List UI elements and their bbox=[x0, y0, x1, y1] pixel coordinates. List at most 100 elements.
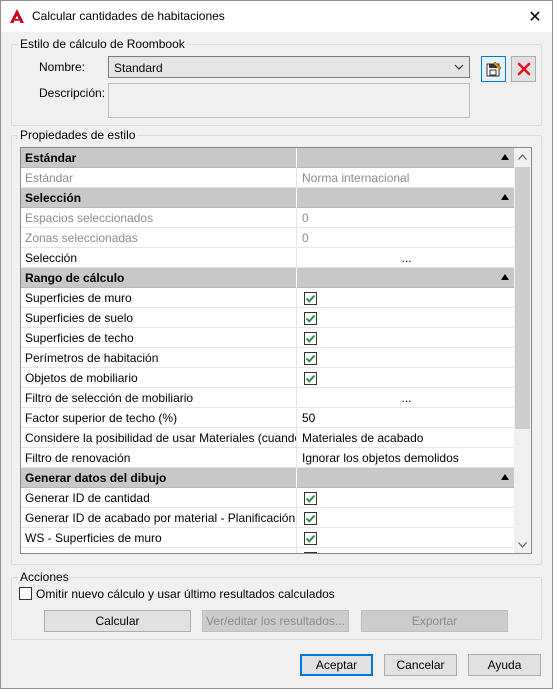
description-field[interactable] bbox=[108, 83, 470, 118]
grid-property-row[interactable]: FS - Superficies de suelo bbox=[21, 548, 515, 553]
checkmark-icon bbox=[305, 374, 316, 383]
grid-property-name: Selección bbox=[21, 188, 297, 208]
close-button[interactable]: ✕ bbox=[518, 1, 552, 32]
scrollbar-thumb[interactable] bbox=[515, 167, 530, 429]
grid-property-row[interactable]: Estándar Norma internacional bbox=[21, 168, 515, 188]
grid-checkbox[interactable] bbox=[304, 312, 317, 325]
grid-property-row[interactable]: Superficies de suelo bbox=[21, 308, 515, 328]
checkmark-icon bbox=[305, 314, 316, 323]
grid-property-value[interactable]: Norma internacional bbox=[298, 168, 515, 188]
scroll-up-button[interactable] bbox=[514, 148, 531, 165]
style-name-value: Standard bbox=[114, 61, 163, 75]
property-grid-rows: Estándar Estándar Norma internacional Selec… bbox=[21, 148, 515, 553]
grid-property-name: Superficies de techo bbox=[21, 328, 297, 348]
grid-property-checkbox-cell[interactable] bbox=[298, 348, 515, 368]
checkmark-icon bbox=[305, 354, 316, 363]
grid-property-name: Estándar bbox=[21, 168, 297, 188]
vertical-scrollbar[interactable] bbox=[514, 148, 531, 553]
grid-checkbox[interactable] bbox=[304, 532, 317, 545]
collapse-triangle-icon[interactable] bbox=[501, 274, 509, 280]
checkmark-icon bbox=[305, 514, 316, 523]
grid-property-checkbox-cell[interactable] bbox=[298, 548, 515, 553]
style-name-dropdown[interactable]: Standard bbox=[108, 56, 470, 78]
grid-property-row[interactable]: Considere la posibilidad de usar Materia… bbox=[21, 428, 515, 448]
grid-property-value[interactable]: 50 bbox=[298, 408, 515, 428]
grid-checkbox[interactable] bbox=[304, 372, 317, 385]
grid-property-row[interactable]: Zonas seleccionadas 0 bbox=[21, 228, 515, 248]
grid-category-blank bbox=[298, 148, 515, 168]
grid-property-checkbox-cell[interactable] bbox=[298, 328, 515, 348]
grid-property-name: Generar datos del dibujo bbox=[21, 468, 297, 488]
scroll-down-button[interactable] bbox=[514, 536, 531, 553]
export-button[interactable]: Exportar bbox=[361, 610, 508, 632]
grid-property-value[interactable]: 0 bbox=[298, 228, 515, 248]
grid-property-name: Generar ID de cantidad bbox=[21, 488, 297, 508]
grid-property-value[interactable]: 0 bbox=[298, 208, 515, 228]
grid-property-checkbox-cell[interactable] bbox=[298, 508, 515, 528]
view-edit-results-button[interactable]: Ver/editar los resultados... bbox=[202, 610, 349, 632]
cancel-button[interactable]: Cancelar bbox=[384, 654, 457, 676]
name-label: Nombre: bbox=[39, 60, 86, 74]
grid-property-row[interactable]: Generar ID de acabado por material - Pla… bbox=[21, 508, 515, 528]
grid-property-row[interactable]: Espacios seleccionados 0 bbox=[21, 208, 515, 228]
properties-group-legend: Propiedades de estilo bbox=[20, 128, 136, 142]
grid-checkbox[interactable] bbox=[304, 552, 317, 553]
grid-property-row[interactable]: Superficies de techo bbox=[21, 328, 515, 348]
grid-ellipsis-button[interactable]: ... bbox=[298, 388, 515, 408]
grid-property-row[interactable]: Superficies de muro bbox=[21, 288, 515, 308]
grid-property-row[interactable]: Filtro de renovación Ignorar los objetos … bbox=[21, 448, 515, 468]
grid-property-name: WS - Superficies de muro bbox=[21, 528, 297, 548]
grid-property-name: FS - Superficies de suelo bbox=[21, 548, 297, 553]
grid-category-blank bbox=[298, 468, 515, 488]
grid-checkbox[interactable] bbox=[304, 292, 317, 305]
grid-category-blank bbox=[298, 188, 515, 208]
grid-property-row[interactable]: Filtro de selección de mobiliario... bbox=[21, 388, 515, 408]
description-label: Descripción: bbox=[39, 86, 106, 100]
grid-property-checkbox-cell[interactable] bbox=[298, 288, 515, 308]
grid-property-checkbox-cell[interactable] bbox=[298, 488, 515, 508]
accept-button[interactable]: Aceptar bbox=[300, 654, 373, 676]
property-grid: Estándar Estándar Norma internacional Selec… bbox=[20, 147, 532, 554]
autocad-logo-icon bbox=[10, 9, 24, 23]
grid-category-row: Rango de cálculo bbox=[21, 268, 515, 288]
grid-ellipsis-button[interactable]: ... bbox=[298, 248, 515, 268]
grid-property-name: Rango de cálculo bbox=[21, 268, 297, 288]
omit-recalculation-box[interactable] bbox=[19, 587, 32, 600]
edit-style-button[interactable] bbox=[481, 56, 506, 82]
grid-property-row[interactable]: Generar ID de cantidad bbox=[21, 488, 515, 508]
scroll-down-icon bbox=[518, 541, 527, 548]
delete-x-icon bbox=[517, 62, 530, 76]
grid-property-name: Filtro de selección de mobiliario bbox=[21, 388, 297, 408]
calculate-button[interactable]: Calcular bbox=[44, 610, 191, 632]
grid-property-value[interactable]: Ignorar los objetos demolidos bbox=[298, 448, 515, 468]
grid-property-checkbox-cell[interactable] bbox=[298, 368, 515, 388]
help-button[interactable]: Ayuda bbox=[468, 654, 541, 676]
grid-category-row: Estándar bbox=[21, 148, 515, 168]
grid-checkbox[interactable] bbox=[304, 352, 317, 365]
collapse-triangle-icon[interactable] bbox=[501, 154, 509, 160]
chevron-down-icon bbox=[454, 64, 464, 70]
grid-property-name: Zonas seleccionadas bbox=[21, 228, 297, 248]
grid-property-name: Superficies de muro bbox=[21, 288, 297, 308]
grid-property-value[interactable]: Materiales de acabado bbox=[298, 428, 515, 448]
delete-style-button[interactable] bbox=[511, 56, 536, 82]
grid-property-row[interactable]: WS - Superficies de muro bbox=[21, 528, 515, 548]
grid-checkbox[interactable] bbox=[304, 492, 317, 505]
grid-checkbox[interactable] bbox=[304, 332, 317, 345]
collapse-triangle-icon[interactable] bbox=[501, 194, 509, 200]
grid-property-name: Perímetros de habitación bbox=[21, 348, 297, 368]
omit-recalculation-label: Omitir nuevo cálculo y usar último resul… bbox=[36, 587, 335, 601]
grid-property-row[interactable]: Selección... bbox=[21, 248, 515, 268]
dialog-window: Calcular cantidades de habitaciones ✕ Es… bbox=[0, 0, 553, 689]
grid-property-checkbox-cell[interactable] bbox=[298, 528, 515, 548]
grid-property-name: Considere la posibilidad de usar Materia… bbox=[21, 428, 297, 448]
grid-property-row[interactable]: Objetos de mobiliario bbox=[21, 368, 515, 388]
collapse-triangle-icon[interactable] bbox=[501, 474, 509, 480]
actions-group-legend: Acciones bbox=[20, 570, 69, 584]
grid-property-checkbox-cell[interactable] bbox=[298, 308, 515, 328]
grid-property-row[interactable]: Factor superior de techo (%) 50 bbox=[21, 408, 515, 428]
grid-checkbox[interactable] bbox=[304, 512, 317, 525]
grid-property-name: Superficies de suelo bbox=[21, 308, 297, 328]
grid-property-row[interactable]: Perímetros de habitación bbox=[21, 348, 515, 368]
grid-property-name: Objetos de mobiliario bbox=[21, 368, 297, 388]
